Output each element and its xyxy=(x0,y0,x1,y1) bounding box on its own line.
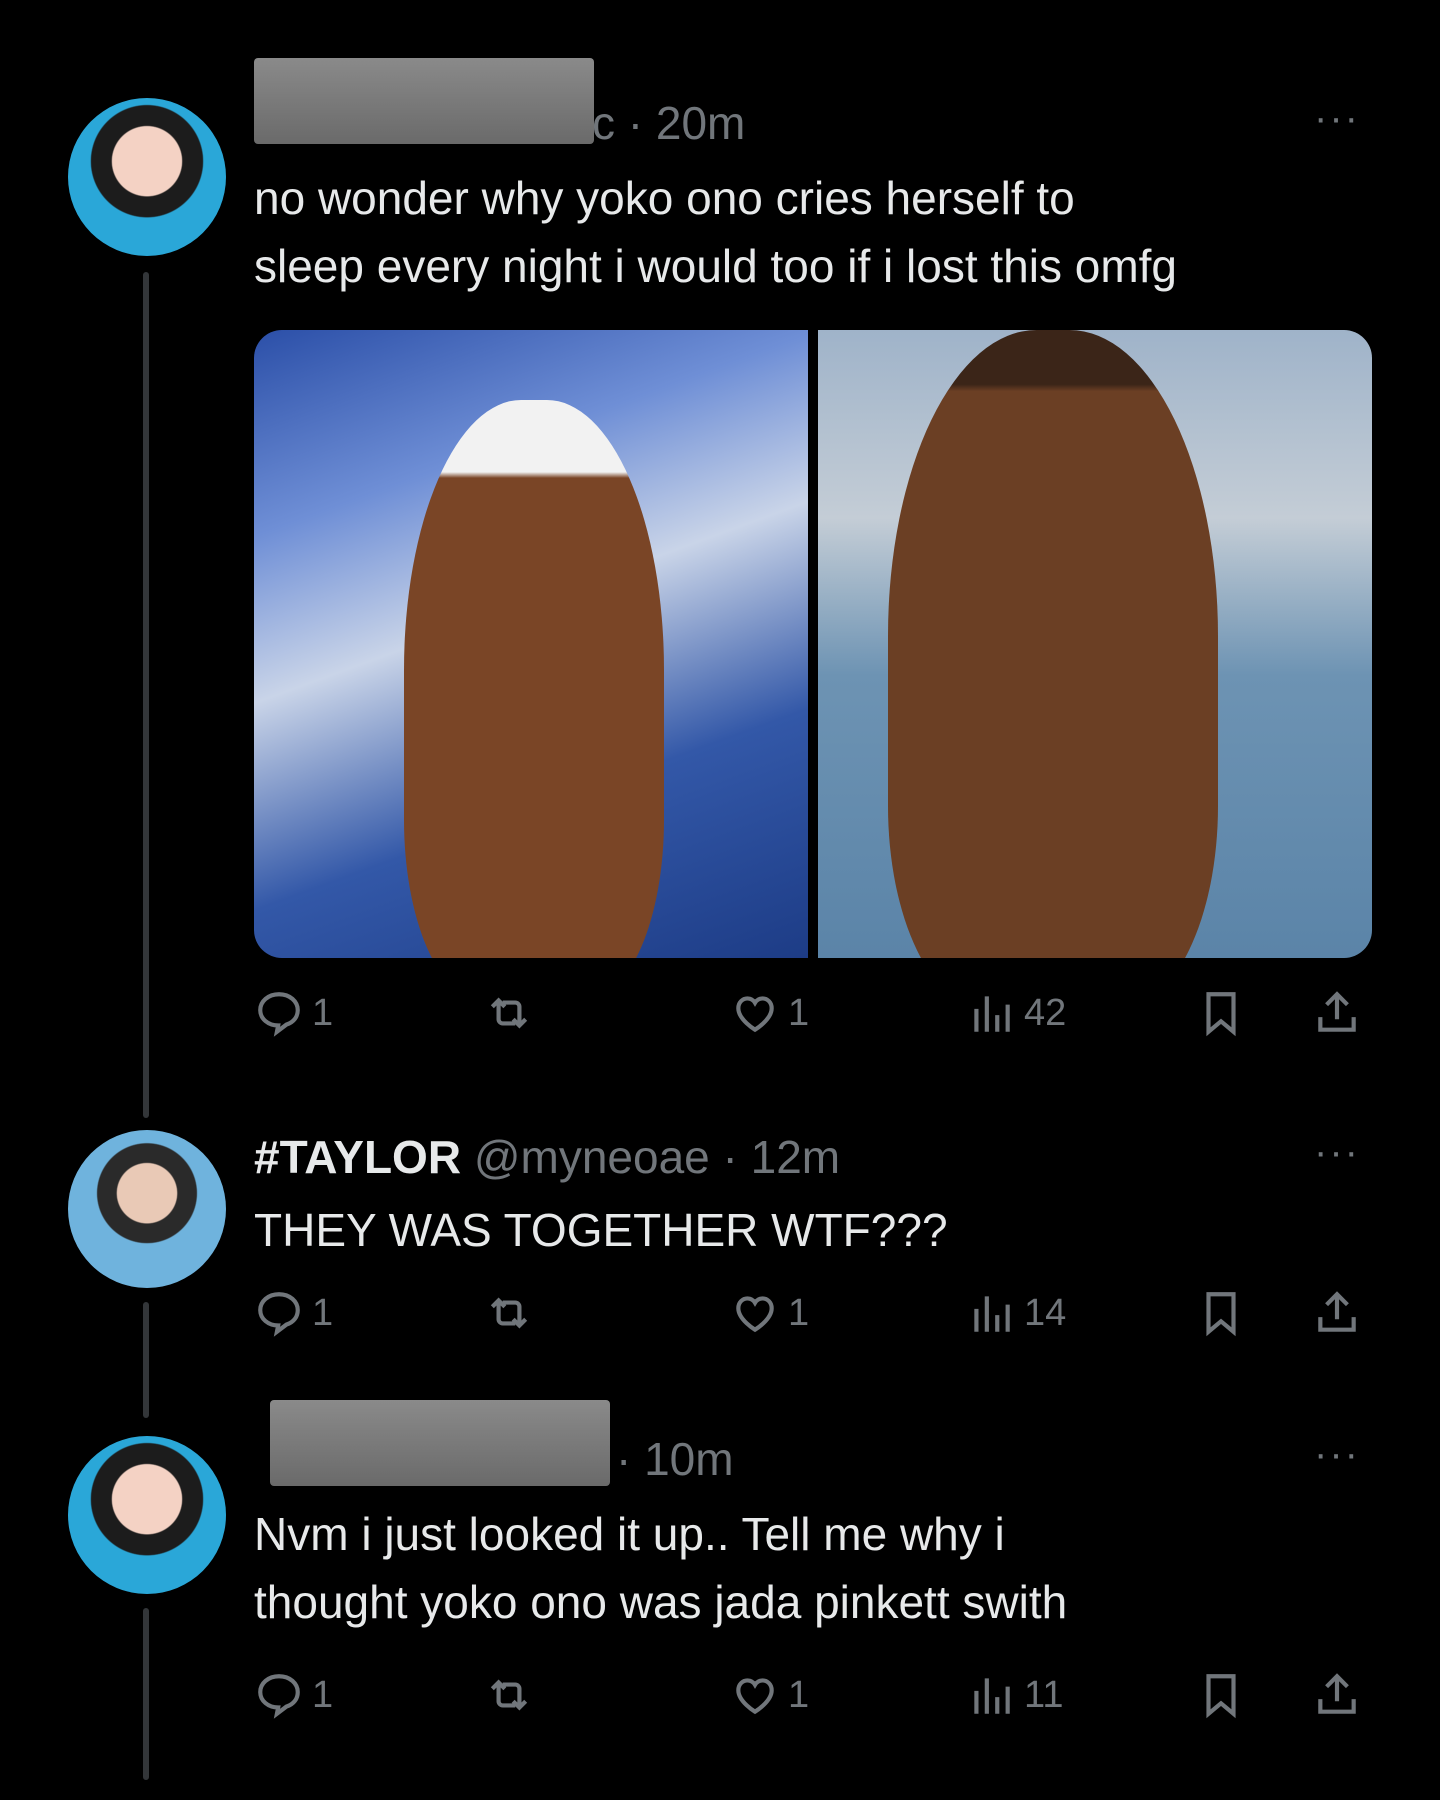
bookmark-button[interactable] xyxy=(1196,1288,1254,1338)
tweet-2[interactable]: #TAYLOR @myneoae · 12m ··· THEY WAS TOGE… xyxy=(0,1130,1440,1420)
tweet-actions: 1 1 11 xyxy=(254,1670,1374,1730)
reply-count: 1 xyxy=(312,1673,334,1716)
tweet-text-line-1: no wonder why yoko ono cries herself to xyxy=(254,172,1075,224)
like-button[interactable]: 1 xyxy=(730,1670,809,1720)
share-button[interactable] xyxy=(1312,1670,1370,1720)
photo-left[interactable] xyxy=(254,330,808,958)
photo-right[interactable] xyxy=(818,330,1372,958)
like-button[interactable]: 1 xyxy=(730,1288,809,1338)
share-button[interactable] xyxy=(1312,1288,1370,1338)
avatar[interactable] xyxy=(68,1436,226,1594)
more-icon[interactable]: ··· xyxy=(1314,1432,1360,1477)
views-icon xyxy=(974,1678,1010,1714)
reply-count: 1 xyxy=(312,1291,334,1334)
retweet-button[interactable] xyxy=(484,988,542,1038)
share-icon xyxy=(1318,1291,1356,1332)
avatar[interactable] xyxy=(68,98,226,256)
more-icon[interactable]: ··· xyxy=(1314,96,1360,141)
retweet-icon xyxy=(490,997,528,1029)
like-count: 1 xyxy=(788,1673,810,1716)
like-button[interactable]: 1 xyxy=(730,988,809,1038)
thread-line xyxy=(143,1302,149,1418)
views-count: 14 xyxy=(1024,1291,1067,1334)
more-icon[interactable]: ··· xyxy=(1314,1130,1360,1175)
bookmark-icon xyxy=(1206,1674,1236,1719)
tweet-text-line-2: thought yoko ono was jada pinkett swith xyxy=(254,1576,1068,1628)
tweet-1[interactable]: c · 20m ··· no wonder why yoko ono cries… xyxy=(0,0,1440,1130)
like-icon xyxy=(736,1678,774,1715)
figure xyxy=(404,400,664,958)
retweet-button[interactable] xyxy=(484,1670,542,1720)
views-icon xyxy=(974,1296,1010,1332)
share-icon xyxy=(1318,1673,1356,1714)
redacted-username xyxy=(270,1400,610,1486)
tweet-text-line-1: Nvm i just looked it up.. Tell me why i xyxy=(254,1508,1005,1560)
reply-icon xyxy=(258,1292,300,1337)
retweet-icon xyxy=(490,1679,528,1711)
tweet-actions: 1 1 42 xyxy=(254,988,1374,1048)
reply-icon xyxy=(258,1674,300,1719)
figure xyxy=(888,330,1218,958)
display-name[interactable]: #TAYLOR xyxy=(254,1131,461,1183)
retweet-button[interactable] xyxy=(484,1288,542,1338)
tweet-media[interactable] xyxy=(254,330,1372,958)
tweet-time: c · 20m xyxy=(592,97,746,149)
like-icon xyxy=(736,1296,774,1333)
bookmark-button[interactable] xyxy=(1196,988,1254,1038)
avatar[interactable] xyxy=(68,1130,226,1288)
views-count: 11 xyxy=(1024,1673,1064,1716)
views-button[interactable]: 11 xyxy=(966,1670,1063,1720)
views-button[interactable]: 14 xyxy=(966,1288,1066,1338)
reply-button[interactable]: 1 xyxy=(254,988,333,1038)
views-icon xyxy=(974,996,1010,1032)
like-count: 1 xyxy=(788,1291,810,1334)
handle[interactable]: @myneoae xyxy=(474,1131,710,1183)
tweet-time: · 10m xyxy=(616,1433,734,1485)
tweet-header: #TAYLOR @myneoae · 12m xyxy=(254,1130,840,1184)
like-icon xyxy=(736,996,774,1033)
like-count: 1 xyxy=(788,991,810,1034)
tweet-text-line-2: sleep every night i would too if i lost … xyxy=(254,240,1178,292)
tweet-actions: 1 1 14 xyxy=(254,1288,1374,1348)
thread-line xyxy=(143,1608,149,1780)
share-icon xyxy=(1318,991,1356,1032)
thread-line xyxy=(143,272,149,1118)
redacted-username xyxy=(254,58,594,144)
views-count: 42 xyxy=(1024,991,1067,1034)
reply-button[interactable]: 1 xyxy=(254,1670,333,1720)
tweet-3[interactable]: · 10m ··· Nvm i just looked it up.. Tell… xyxy=(0,1400,1440,1800)
bookmark-icon xyxy=(1206,1292,1236,1337)
reply-icon xyxy=(258,992,300,1037)
bookmark-icon xyxy=(1206,992,1236,1037)
bookmark-button[interactable] xyxy=(1196,1670,1254,1720)
reply-button[interactable]: 1 xyxy=(254,1288,333,1338)
reply-count: 1 xyxy=(312,991,334,1034)
tweet-time: · 12m xyxy=(722,1131,841,1183)
share-button[interactable] xyxy=(1312,988,1370,1038)
retweet-icon xyxy=(490,1297,528,1329)
views-button[interactable]: 42 xyxy=(966,988,1066,1038)
tweet-text: THEY WAS TOGETHER WTF??? xyxy=(254,1204,948,1256)
